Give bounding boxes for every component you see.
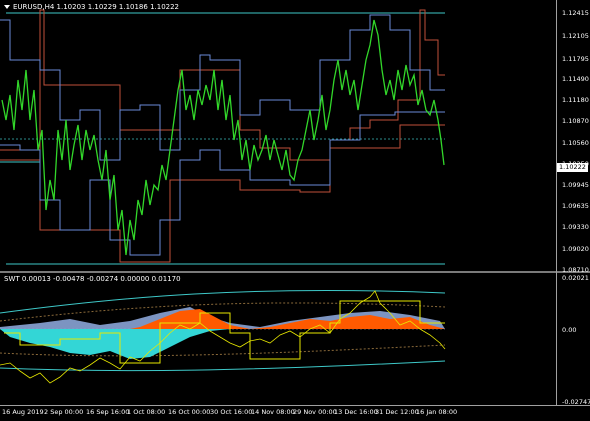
time-label: 14 Nov 08:00 (251, 408, 295, 416)
time-label: 29 Nov 00:00 (293, 408, 337, 416)
price-tick: 1.12415 (562, 9, 589, 17)
price-chart-svg (0, 9, 445, 265)
current-price-marker: 1.10222 (557, 163, 588, 172)
price-tick: 1.11490 (562, 75, 589, 83)
price-tick: 1.09020 (562, 245, 589, 253)
lower-channel-line (0, 124, 445, 263)
price-axis[interactable] (556, 0, 557, 405)
chart-window[interactable]: EURUSD,H4 1.10203 1.10229 1.10186 1.1022… (0, 0, 590, 421)
price-tick: 1.10560 (562, 139, 589, 147)
time-label: 16 Sep 16:00 (86, 408, 130, 416)
symbol-label: EURUSD,H4 (13, 3, 55, 11)
time-label: 31 Dec 12:00 (375, 408, 419, 416)
price-tick: 1.09635 (562, 202, 589, 210)
price-tick: 1.11795 (562, 55, 589, 63)
time-label: 2 Sep 00:00 (44, 408, 84, 416)
time-label: 16 Jan 08:00 (416, 408, 458, 416)
chart-title: EURUSD,H4 1.10203 1.10229 1.10186 1.1022… (4, 3, 179, 11)
lower-envelope (0, 360, 446, 372)
indicator-pane[interactable]: SWT 0.00013 -0.00478 -0.00274 0.00000 0.… (0, 273, 556, 405)
time-label: 30 Oct 16:00 (210, 408, 253, 416)
price-tick: 1.09945 (562, 181, 589, 189)
dropdown-triangle-icon[interactable] (4, 5, 10, 9)
time-axis[interactable] (0, 405, 590, 406)
indicator-tick: 0.00 (562, 326, 577, 334)
price-line (1, 19, 445, 256)
price-tick: 1.10870 (562, 117, 589, 125)
indicator-chart-svg (0, 289, 446, 384)
price-tick: 1.12105 (562, 32, 589, 40)
time-label: 1 Oct 08:00 (127, 408, 166, 416)
time-label: 16 Oct 00:00 (168, 408, 211, 416)
indicator-title: SWT 0.00013 -0.00478 -0.00274 0.00000 0.… (4, 275, 181, 283)
ohlc-values: 1.10203 1.10229 1.10186 1.10222 (56, 3, 180, 11)
time-label: 16 Aug 2019 (2, 408, 44, 416)
price-tick: 1.08710 (562, 266, 589, 274)
upper-envelope (0, 289, 446, 314)
price-tick: 1.09330 (562, 223, 589, 231)
indicator-tick: -0.02747 (562, 398, 590, 406)
price-tick: 1.11180 (562, 96, 589, 104)
indicator-tick: 0.02021 (562, 274, 589, 282)
price-pane[interactable]: EURUSD,H4 1.10203 1.10229 1.10186 1.1022… (0, 0, 556, 271)
time-label: 13 Dec 16:00 (334, 408, 378, 416)
